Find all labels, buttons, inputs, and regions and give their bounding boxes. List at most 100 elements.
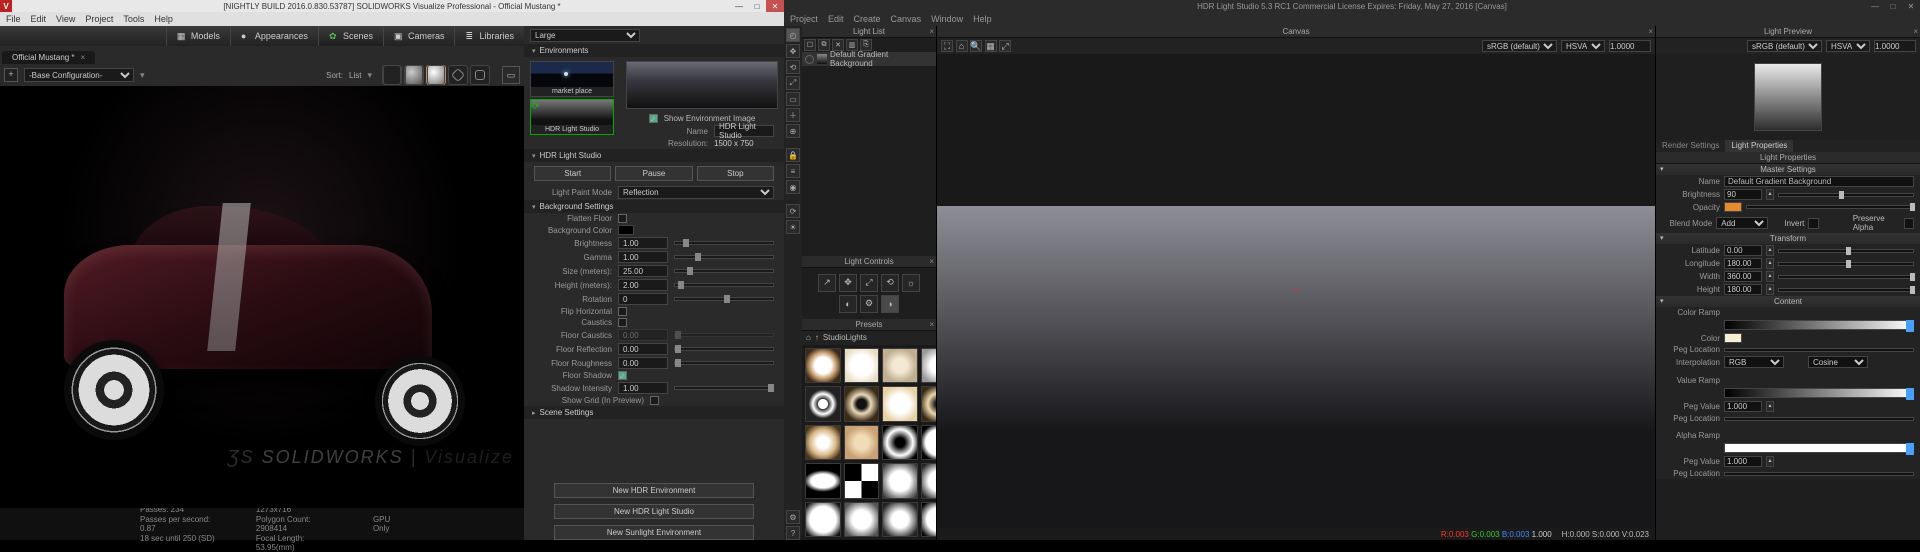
stop-button[interactable]: Stop — [697, 166, 774, 181]
gamma-value[interactable]: 1.00 — [618, 251, 668, 263]
shade-mode-4[interactable] — [448, 65, 468, 85]
new-hdrls-button[interactable]: New HDR Light Studio — [554, 504, 754, 519]
menu-window[interactable]: Window — [931, 14, 963, 24]
preset-thumb[interactable] — [844, 386, 880, 422]
menu-canvas[interactable]: Canvas — [891, 14, 922, 24]
menu-file[interactable]: File — [6, 14, 21, 24]
canvas-exposure-input[interactable] — [1609, 40, 1651, 52]
ll-dup-icon[interactable]: ⧉ — [818, 39, 830, 51]
document-tab[interactable]: Official Mustang * × — [2, 51, 95, 64]
minimize-button[interactable]: — — [730, 0, 748, 12]
flatten-floor-checkbox[interactable] — [618, 214, 627, 223]
display-icon[interactable]: ▭ — [502, 66, 520, 84]
shade-mode-3[interactable] — [426, 65, 446, 85]
close-panel-icon[interactable]: × — [929, 26, 934, 38]
tool-gear-icon[interactable]: ⚙ — [786, 510, 800, 524]
tool-scale-icon[interactable]: ⤢ — [786, 76, 800, 90]
shade-mode-1[interactable] — [382, 65, 402, 85]
pause-button[interactable]: Pause — [615, 166, 692, 181]
tab-render-settings[interactable]: Render Settings — [1656, 140, 1725, 152]
floor-caustics-value[interactable]: 0.00 — [618, 329, 668, 341]
height-slider[interactable] — [674, 283, 774, 287]
floor-shadow-checkbox[interactable]: ✓ — [618, 371, 627, 380]
lon-field[interactable]: 180.00 — [1724, 258, 1762, 269]
opacity-slider[interactable] — [1746, 205, 1914, 209]
menu-project[interactable]: Project — [790, 14, 818, 24]
section-bg[interactable]: ▾Background Settings — [524, 200, 784, 213]
preset-thumb[interactable] — [805, 425, 841, 461]
size-slider[interactable] — [674, 269, 774, 273]
canvas-space-select[interactable]: HSVA — [1561, 40, 1605, 52]
rotation-slider[interactable] — [674, 297, 774, 301]
lon-slider[interactable] — [1778, 262, 1914, 266]
preset-thumb[interactable] — [921, 463, 937, 499]
lc-value-icon[interactable]: ◐ — [839, 295, 857, 313]
shadow-int-slider[interactable] — [674, 386, 774, 390]
brightness-value[interactable]: 1.00 — [618, 237, 668, 249]
ribbon-tab-libraries[interactable]: ≣Libraries — [454, 26, 524, 46]
lp-exposure-input[interactable] — [1874, 40, 1916, 52]
ribbon-tab-appearances[interactable]: ●Appearances — [230, 26, 318, 46]
canvas-view[interactable]: + — [937, 54, 1655, 528]
lc-bright-icon[interactable]: ☼ — [902, 274, 920, 292]
lp-profile-select[interactable]: sRGB (default) — [1747, 40, 1822, 52]
fliph-checkbox[interactable] — [618, 307, 627, 316]
cv-fit-icon[interactable]: ⛶ — [941, 40, 953, 52]
section-transform[interactable]: ▾Transform — [1656, 233, 1920, 244]
tool-move-icon[interactable]: ✥ — [786, 44, 800, 58]
eye-icon[interactable] — [805, 55, 814, 64]
menu-edit[interactable]: Edit — [31, 14, 47, 24]
preset-thumb[interactable] — [805, 463, 841, 499]
cv-zoom-icon[interactable]: 🔍 — [970, 40, 982, 52]
spin-icon[interactable]: ▴ — [1766, 456, 1774, 467]
preset-thumb[interactable] — [882, 348, 918, 384]
floor-refl-slider[interactable] — [674, 347, 774, 351]
spin-icon[interactable]: ▴ — [1766, 258, 1774, 269]
configuration-select[interactable]: -Base Configuration- — [24, 68, 134, 82]
preset-thumb[interactable] — [921, 386, 937, 422]
pegloc-slider[interactable] — [1724, 348, 1914, 352]
section-content[interactable]: ▾Content — [1656, 296, 1920, 307]
shadow-int-value[interactable]: 1.00 — [618, 382, 668, 394]
preset-thumb[interactable] — [844, 348, 880, 384]
preset-thumb[interactable] — [882, 463, 918, 499]
close-panel-icon[interactable]: × — [1913, 26, 1918, 38]
height-field[interactable]: 180.00 — [1724, 284, 1762, 295]
start-button[interactable]: Start — [534, 166, 611, 181]
bg-color-swatch[interactable] — [618, 225, 634, 235]
tool-target-icon[interactable]: ⊕ — [786, 124, 800, 138]
lc-scale-icon[interactable]: ⤢ — [860, 274, 878, 292]
brightness-field[interactable]: 90 — [1724, 189, 1762, 200]
value-ramp[interactable] — [1724, 388, 1914, 398]
chevron-down-icon[interactable]: ▾ — [367, 70, 372, 81]
menu-help[interactable]: Help — [154, 14, 173, 24]
ll-new-icon[interactable]: ☐ — [804, 39, 816, 51]
height-slider[interactable] — [1778, 288, 1914, 292]
tool-lock-icon[interactable]: 🔒 — [786, 148, 800, 162]
up-icon[interactable]: ↑ — [815, 333, 819, 342]
light-paint-mode-select[interactable]: Reflection — [618, 186, 774, 199]
lat-field[interactable]: 0.00 — [1724, 245, 1762, 256]
floor-caustics-slider[interactable] — [674, 333, 774, 337]
brightness-slider[interactable] — [674, 241, 774, 245]
gamma-slider[interactable] — [674, 255, 774, 259]
lat-slider[interactable] — [1778, 249, 1914, 253]
tool-help-icon[interactable]: ? — [786, 526, 800, 540]
chevron-down-icon[interactable]: ▾ — [140, 70, 145, 81]
rotation-value[interactable]: 0 — [618, 293, 668, 305]
pegloc-slider[interactable] — [1724, 417, 1914, 421]
prop-name-field[interactable]: Default Gradient Background — [1724, 176, 1914, 187]
floor-refl-value[interactable]: 0.00 — [618, 343, 668, 355]
home-icon[interactable]: ⌂ — [806, 333, 811, 342]
alpha-pegloc-slider[interactable] — [1724, 472, 1914, 476]
lc-pan-icon[interactable]: ✥ — [839, 274, 857, 292]
width-field[interactable]: 360.00 — [1724, 271, 1762, 282]
cv-home-icon[interactable]: ⌂ — [956, 40, 968, 52]
shade-mode-5[interactable] — [470, 65, 490, 85]
floor-rough-slider[interactable] — [674, 361, 774, 365]
alpha-ramp[interactable] — [1724, 443, 1914, 453]
plus-icon[interactable]: + — [4, 68, 18, 82]
menu-tools[interactable]: Tools — [123, 14, 144, 24]
tab-light-properties[interactable]: Light Properties — [1725, 140, 1793, 152]
blend-mode-select[interactable]: Add — [1716, 217, 1768, 229]
